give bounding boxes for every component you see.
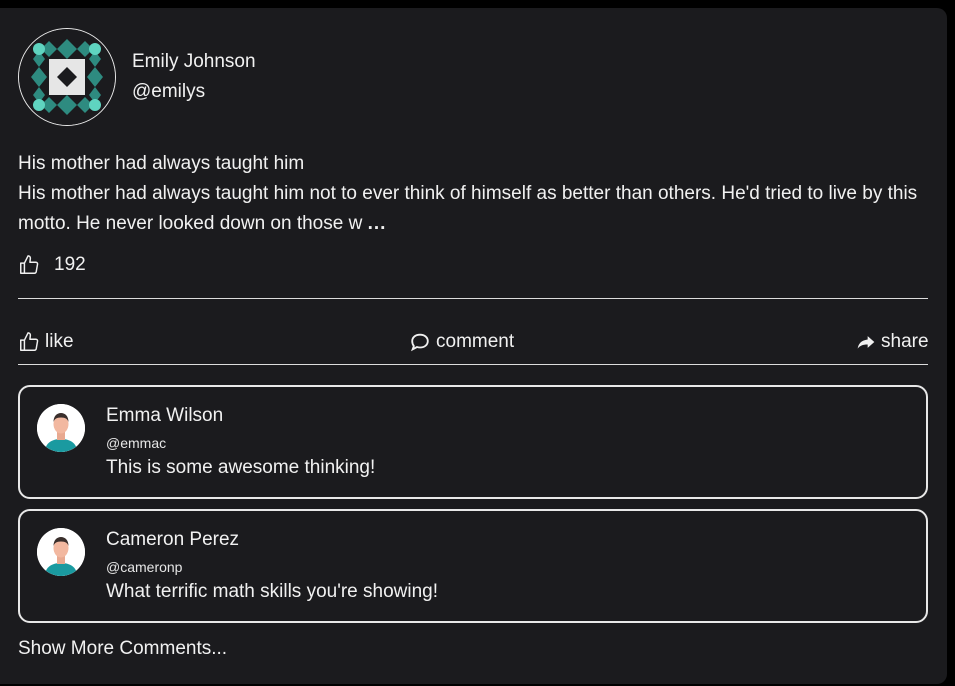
thumbs-up-icon: [20, 332, 39, 351]
author-name[interactable]: Emily Johnson: [132, 47, 256, 77]
post-title: His mother had always taught him: [18, 153, 305, 174]
share-arrow-icon: [857, 336, 875, 349]
divider-bottom: [18, 364, 928, 365]
author-handle[interactable]: @emilys: [132, 77, 256, 107]
post-text: His mother had always taught him not to …: [18, 179, 928, 239]
commenter-avatar[interactable]: [37, 528, 85, 576]
comment-label: comment: [436, 331, 515, 352]
commenter-name[interactable]: Emma Wilson: [106, 405, 223, 427]
identicon-image: [19, 29, 115, 125]
comment-text: What terrific math skills you're showing…: [106, 581, 439, 602]
user-avatar-icon: [37, 404, 85, 452]
comment-card: Cameron Perez @cameronp What terrific ma…: [18, 509, 928, 623]
show-more-comments-link[interactable]: Show More Comments...: [18, 638, 227, 660]
thumbs-up-icon: [20, 255, 39, 274]
commenter-name[interactable]: Cameron Perez: [106, 529, 239, 551]
comment-button[interactable]: comment: [409, 331, 514, 353]
action-bar: like comment share: [18, 319, 929, 367]
commenter-avatar[interactable]: [37, 404, 85, 452]
like-label: like: [45, 331, 74, 352]
post-content: His mother had always taught him His mot…: [18, 149, 928, 239]
divider-top: [18, 298, 928, 299]
share-button[interactable]: share: [856, 331, 929, 353]
post-body-text: His mother had always taught him not to …: [18, 183, 918, 234]
user-avatar-icon: [37, 528, 85, 576]
commenter-handle[interactable]: @cameronp: [106, 559, 182, 575]
like-count: 192: [54, 254, 86, 275]
comment-text: This is some awesome thinking!: [106, 457, 376, 478]
speech-bubble-icon: [410, 333, 429, 352]
like-count-row: 192: [18, 254, 86, 276]
share-label: share: [881, 331, 929, 352]
like-button[interactable]: like: [18, 331, 74, 353]
read-more-ellipsis[interactable]: ...: [368, 213, 387, 234]
post-header: Emily Johnson @emilys: [18, 28, 256, 126]
commenter-handle[interactable]: @emmac: [106, 435, 166, 451]
author-avatar[interactable]: [18, 28, 116, 126]
comment-card: Emma Wilson @emmac This is some awesome …: [18, 385, 928, 499]
post-card: Emily Johnson @emilys His mother had alw…: [0, 8, 947, 684]
